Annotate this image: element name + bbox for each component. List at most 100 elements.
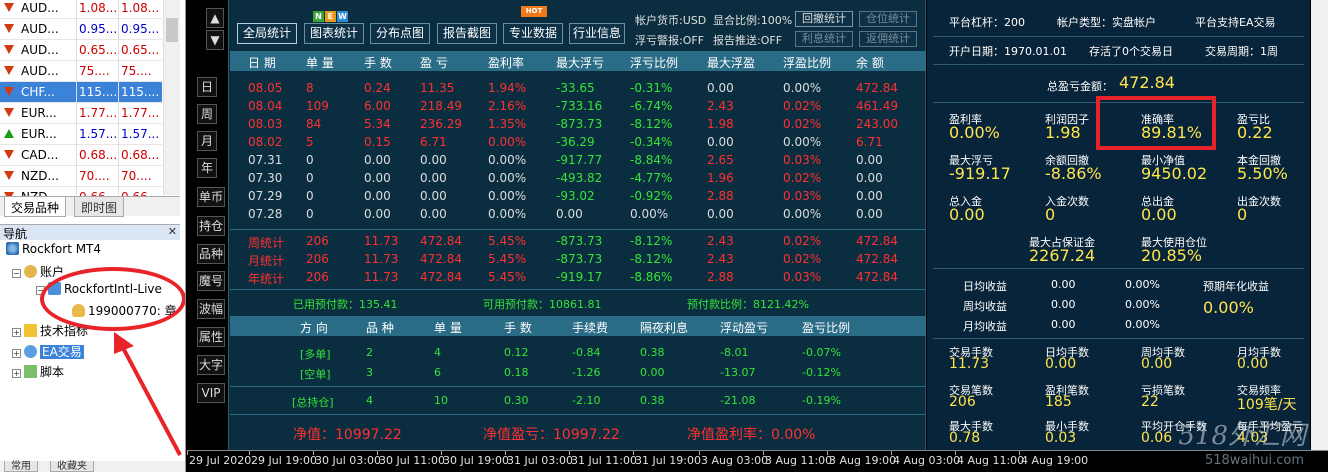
expand-icon[interactable]: + <box>12 369 21 378</box>
position-cell: -0.84 <box>572 346 601 359</box>
summary-cell: 2.43 <box>707 252 734 266</box>
section-divider <box>933 268 1304 269</box>
position-cell: -2.10 <box>572 394 601 407</box>
rebate-stats-button[interactable]: 返佣统计 <box>859 31 917 47</box>
total-pnl-label: 总盈亏金额： <box>1047 80 1113 93</box>
tree-scripts-label: 脚本 <box>40 365 65 379</box>
side-button[interactable]: 单币 <box>197 187 225 207</box>
table-cell: 8 <box>306 81 314 95</box>
side-button[interactable]: 日 <box>197 77 217 97</box>
position-cell: [总持仓] <box>292 396 334 409</box>
table-cell: 0.00 <box>556 207 583 221</box>
toolbar-button[interactable]: 专业数据 <box>503 23 563 44</box>
market-watch-row[interactable]: EUR... 1.77... 1.77... <box>0 103 162 124</box>
tab-symbols[interactable]: 交易品种 <box>4 197 67 217</box>
interest-stats-button[interactable]: 利息统计 <box>795 31 853 47</box>
axis-tick: 30 Jul 19:00 <box>443 454 509 467</box>
navigator-title: 导航 <box>3 227 28 241</box>
table-cell: 6.71 <box>420 135 447 149</box>
side-button[interactable]: 品种 <box>197 244 225 264</box>
table-cell: 08.02 <box>248 135 283 149</box>
summary-cell: 472.84 <box>856 234 898 248</box>
table-cell: 07.28 <box>248 207 283 221</box>
right-scrollbar[interactable] <box>1311 0 1328 450</box>
column-header: 浮亏比例 <box>630 56 679 70</box>
close-icon[interactable]: ✕ <box>168 225 177 238</box>
tab-tick-chart[interactable]: 即时图 <box>74 197 125 217</box>
stat-value: -8.86% <box>1045 164 1102 183</box>
market-watch-row[interactable]: NZD... 70.... 70.... <box>0 166 162 187</box>
summary-cell: 0.02% <box>783 234 822 248</box>
tab-favorites[interactable]: 收藏夹 <box>50 461 94 472</box>
market-watch-row[interactable]: AUD... 0.95... 0.95... <box>0 19 162 40</box>
drawdown-stats-button[interactable]: 回撤统计 <box>795 11 853 27</box>
table-cell: 0.00 <box>856 207 883 221</box>
stat-value: 0.06 <box>1141 430 1173 446</box>
position-cell: -13.07 <box>720 366 756 379</box>
table-cell: 0.00 <box>420 207 447 221</box>
side-button[interactable]: 波幅 <box>197 299 225 319</box>
market-watch-scrollbar[interactable] <box>163 0 180 195</box>
table-cell: 0.00% <box>488 135 527 149</box>
toolbar-button[interactable]: 分布点图 <box>370 23 430 44</box>
side-button[interactable]: 大字 <box>197 355 225 375</box>
column-header: 单 量 <box>306 56 334 70</box>
table-cell: 0 <box>306 207 314 221</box>
summary-row: 周统计 206 11.73 472.84 5.45% -873.73 -8.12% 2.43 0… <box>230 232 926 250</box>
position-cell: 0.38 <box>640 346 665 359</box>
daily-table-header: 日 期 单 量 手 数 盈 亏 盈利率 最大浮亏 浮亏比例 最大浮盈 浮盈比例 余 额 <box>230 51 926 71</box>
column-header: 盈 亏 <box>420 56 448 70</box>
tick-mark <box>187 451 188 455</box>
side-button[interactable]: VIP <box>197 383 225 403</box>
table-cell: 0.00 <box>856 171 883 185</box>
position-cell: 0.00 <box>640 366 665 379</box>
tick-mark <box>699 451 700 455</box>
scroll-thumb[interactable] <box>166 18 178 42</box>
navigator-tabs: 常用 收藏夹 <box>0 461 185 472</box>
toolbar-button[interactable]: 全局统计 <box>237 23 297 44</box>
scroll-up-button[interactable]: ▲ <box>206 8 224 28</box>
market-watch-row[interactable]: CHF... 115.... 115.... <box>0 82 162 103</box>
bid-price: 115.... <box>79 85 118 99</box>
market-watch-row[interactable]: AUD... 1.08... 1.08... <box>0 0 162 19</box>
side-button[interactable]: 月 <box>197 131 217 151</box>
toolbar-button[interactable]: 图表统计 <box>304 23 364 44</box>
tree-root[interactable]: Rockfort MT4 <box>6 242 101 256</box>
tree-ea[interactable]: + EA交易 <box>12 343 84 360</box>
side-button[interactable]: 年 <box>197 158 217 178</box>
arrow-down-icon <box>4 108 14 117</box>
tick-mark <box>1019 451 1020 455</box>
market-watch-row[interactable]: EUR... 1.57... 1.57... <box>0 124 162 145</box>
position-stats-button[interactable]: 仓位统计 <box>859 11 917 27</box>
market-watch-row[interactable]: CAD... 0.68... 0.68... <box>0 145 162 166</box>
summary-cell: 472.84 <box>856 252 898 266</box>
market-watch-row[interactable]: AUD... 75.... 75.... <box>0 61 162 82</box>
position-table-header: 方 向 品 种 单 量 手 数 手续费 隔夜利息 浮动盈亏 盈亏比例 <box>230 316 926 336</box>
expand-icon[interactable]: + <box>12 349 21 358</box>
position-cell: 2 <box>366 346 373 359</box>
toolbar-button[interactable]: 报告截图 <box>437 23 497 44</box>
scroll-down-button[interactable]: ▼ <box>206 30 224 50</box>
tab-common[interactable]: 常用 <box>4 461 38 472</box>
toolbar-button[interactable]: 行业信息 <box>569 23 625 44</box>
tree-scripts[interactable]: + 脚本 <box>12 363 64 380</box>
margin-used: 已用预付款：135.41 <box>293 298 398 311</box>
table-cell: -33.65 <box>556 81 595 95</box>
side-button[interactable]: 属性 <box>197 327 225 347</box>
avg-percent: 0.00% <box>1125 278 1160 291</box>
expand-icon[interactable]: + <box>12 328 21 337</box>
table-cell: 6.71 <box>856 135 883 149</box>
column-divider <box>76 0 77 195</box>
side-button[interactable]: 持仓 <box>197 216 225 236</box>
open-date-label: 开户日期：1970.01.01 <box>949 45 1067 58</box>
stat-value: 0 <box>1045 205 1056 224</box>
summary-cell: -8.86% <box>630 270 673 284</box>
table-row: 07.28 0 0.00 0.00 0.00% 0.00 0.00% 0.00 0.00% 0.0… <box>230 205 926 223</box>
symbol-name: CAD... <box>21 148 59 162</box>
table-cell: -0.31% <box>630 81 673 95</box>
side-button[interactable]: 魔号 <box>197 271 225 291</box>
market-watch-row[interactable]: AUD... 0.65... 0.65... <box>0 40 162 61</box>
collapse-icon[interactable]: − <box>12 269 21 278</box>
side-button[interactable]: 周 <box>197 104 217 124</box>
position-cell: -1.26 <box>572 366 601 379</box>
